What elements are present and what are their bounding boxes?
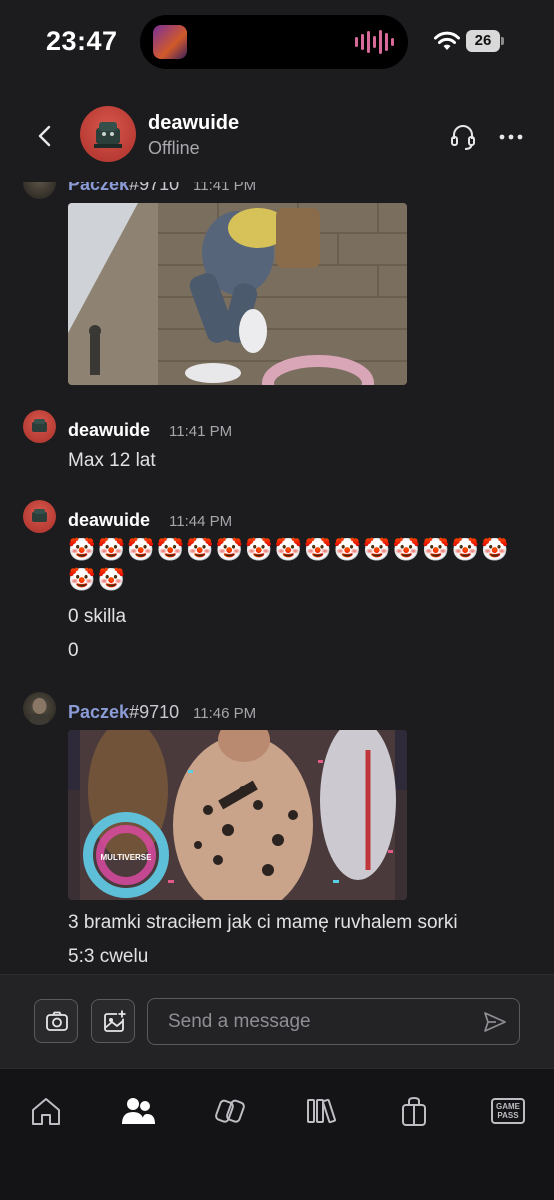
- contact-name[interactable]: deawuide: [148, 112, 239, 135]
- status-time: 23:47: [46, 26, 118, 56]
- add-image-button[interactable]: [91, 999, 135, 1043]
- clown-emoji: 🤡: [97, 538, 125, 563]
- clown-emoji: 🤡: [68, 568, 96, 593]
- message-timestamp: 11:46 PM: [193, 705, 257, 722]
- clown-emoji: 🤡: [68, 538, 96, 563]
- message-image-attachment[interactable]: [68, 203, 407, 385]
- message-item: deawuide 11:41 PM Max 12 lat: [0, 408, 554, 478]
- dynamic-island[interactable]: [140, 15, 408, 69]
- message-text: 0 skilla: [68, 606, 127, 627]
- sender-avatar[interactable]: [23, 182, 56, 199]
- people-icon: [122, 1098, 155, 1124]
- bottom-navigation: GAME PASS: [0, 1068, 554, 1200]
- back-button[interactable]: [28, 118, 64, 154]
- nav-library[interactable]: [304, 1093, 340, 1129]
- sender-tag: #9710: [129, 702, 180, 722]
- message-item: deawuide 11:44 PM 🤡 🤡 🤡 🤡 🤡 🤡 🤡 🤡 🤡 🤡 🤡 …: [0, 498, 554, 668]
- message-input-field[interactable]: [147, 998, 520, 1045]
- message-timestamp: 11:41 PM: [193, 182, 257, 194]
- bag-icon: [402, 1096, 426, 1126]
- sender-avatar[interactable]: [23, 692, 56, 725]
- sender-tag: #9710: [129, 182, 180, 194]
- sender-username: Paczek: [68, 182, 130, 194]
- sender-name[interactable]: deawuide: [68, 510, 150, 531]
- sender-name[interactable]: Paczek#9710: [68, 182, 179, 195]
- sender-name[interactable]: Paczek#9710: [68, 702, 179, 723]
- more-options-icon[interactable]: [494, 120, 528, 154]
- now-playing-app-icon: [153, 25, 187, 59]
- clown-emoji: 🤡: [156, 538, 184, 563]
- clown-emoji: 🤡: [127, 538, 155, 563]
- clown-emoji: 🤡: [392, 538, 420, 563]
- clown-emoji: 🤡: [97, 568, 125, 593]
- clown-emoji: 🤡: [451, 538, 479, 563]
- sender-avatar[interactable]: [23, 410, 56, 443]
- home-icon: [32, 1098, 60, 1125]
- emoji-row: 🤡 🤡: [68, 568, 125, 594]
- contact-avatar[interactable]: [80, 106, 136, 162]
- message-text: Max 12 lat: [68, 450, 156, 471]
- status-bar: 23:47 26: [0, 0, 554, 84]
- nav-store[interactable]: [212, 1093, 248, 1129]
- camera-icon: [46, 1011, 68, 1031]
- image-logo-text: MULTIVERSE: [101, 853, 153, 862]
- clown-emoji: 🤡: [422, 538, 450, 563]
- message-list[interactable]: Paczek#9710 11:41 PM deawuide 11:41 PM M…: [0, 182, 554, 974]
- clown-emoji: 🤡: [363, 538, 391, 563]
- battery-icon: 26: [466, 30, 504, 52]
- message-timestamp: 11:41 PM: [169, 423, 233, 440]
- battery-level: 26: [466, 30, 500, 52]
- message-input[interactable]: [168, 1009, 468, 1035]
- app-root: 23:47 26 deawuide Offline Paczek#9710 11…: [0, 0, 554, 1200]
- game-pass-label: GAME: [496, 1102, 520, 1111]
- library-icon: [307, 1098, 336, 1124]
- message-composer: [0, 974, 554, 1068]
- message-text: 3 bramki straciłem jak ci mamę ruvhalem …: [68, 912, 458, 933]
- game-pass-icon[interactable]: GAME PASS: [491, 1098, 525, 1124]
- chat-header: deawuide Offline: [0, 92, 554, 182]
- clown-emoji: 🤡: [245, 538, 273, 563]
- wifi-icon: [434, 31, 460, 50]
- contact-status: Offline: [148, 138, 200, 158]
- sender-name[interactable]: deawuide: [68, 420, 150, 441]
- audio-wave-icon: [355, 29, 394, 55]
- send-icon[interactable]: [482, 1009, 508, 1035]
- nav-home[interactable]: [28, 1093, 64, 1129]
- clown-emoji: 🤡: [304, 538, 332, 563]
- message-timestamp: 11:44 PM: [169, 513, 233, 530]
- clown-emoji: 🤡: [186, 538, 214, 563]
- clown-emoji: 🤡: [481, 538, 509, 563]
- controller-cards-icon: [215, 1099, 245, 1123]
- game-pass-label: PASS: [497, 1111, 519, 1120]
- message-item: Paczek#9710 11:46 PM MULTIVERSE 3 bramki…: [0, 690, 554, 974]
- camera-button[interactable]: [34, 999, 78, 1043]
- image-plus-icon: [104, 1009, 127, 1032]
- message-image-attachment[interactable]: MULTIVERSE: [68, 730, 407, 900]
- voice-call-headset-icon[interactable]: [446, 120, 480, 154]
- message-item: Paczek#9710 11:41 PM: [0, 182, 554, 386]
- sender-username: Paczek: [68, 702, 130, 722]
- nav-gifts[interactable]: [396, 1093, 432, 1129]
- nav-social[interactable]: [120, 1093, 156, 1129]
- emoji-row: 🤡 🤡 🤡 🤡 🤡 🤡 🤡 🤡 🤡 🤡 🤡 🤡 🤡 🤡 🤡: [68, 538, 509, 564]
- clown-emoji: 🤡: [274, 538, 302, 563]
- message-text: 5:3 cwelu: [68, 946, 149, 967]
- clown-emoji: 🤡: [215, 538, 243, 563]
- clown-emoji: 🤡: [333, 538, 361, 563]
- sender-avatar[interactable]: [23, 500, 56, 533]
- message-text: 0: [68, 640, 79, 661]
